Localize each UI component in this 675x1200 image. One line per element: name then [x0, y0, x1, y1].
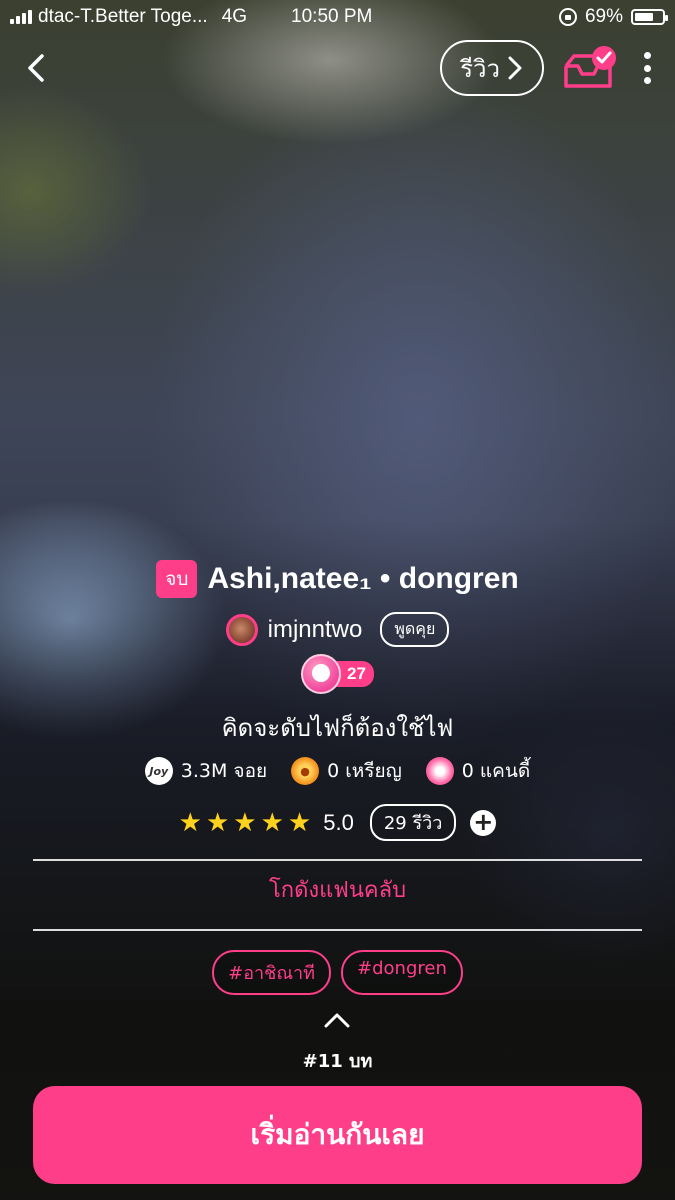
tag-chip[interactable]: #อาชิณาที — [212, 950, 332, 995]
story-tagline: คิดจะดับไฟก็ต้องใช้ไฟ — [221, 714, 454, 742]
signal-icon — [10, 10, 32, 24]
start-reading-button[interactable]: เริ่มอ่านกันเลย — [33, 1086, 642, 1184]
rotation-lock-icon — [558, 8, 577, 26]
more-options-button[interactable] — [636, 48, 658, 88]
joy-icon: Joy — [144, 757, 173, 785]
episode-count: #11 บท — [302, 1051, 373, 1072]
carrier-name: dtac-T.Better Toge... — [38, 6, 208, 27]
author-row: imjnntwo พูดคุย — [0, 612, 675, 647]
star-icon: ★ — [205, 807, 230, 838]
fanclub-link[interactable]: โกดังแฟนคลับ — [0, 872, 675, 907]
shelf-added-icon — [564, 46, 616, 88]
candy-count: 0 แคนดี้ — [461, 760, 531, 782]
add-review-button[interactable]: + — [470, 809, 497, 836]
divider — [33, 859, 642, 861]
rating-row: ★ ★ ★ ★ ★ 5.0 29 รีวิว + — [0, 804, 675, 841]
add-to-shelf-button[interactable] — [560, 44, 620, 92]
clock: 10:50 PM — [291, 6, 373, 27]
more-vertical-icon — [643, 52, 651, 59]
rating-value: 5.0 — [323, 809, 354, 835]
back-button[interactable] — [18, 48, 58, 88]
chevron-up-icon — [324, 1013, 350, 1028]
coin-icon: ● — [291, 757, 320, 785]
star-icon: ★ — [287, 807, 312, 838]
expand-episodes-button[interactable] — [322, 1010, 352, 1030]
chevron-right-icon — [508, 56, 522, 80]
stats-row: Joy 3.3M จอย ● 0 เหรียญ 0 แคนดี้ — [0, 756, 675, 786]
coin-count: 0 เหรียญ — [327, 760, 402, 782]
network-type: 4G — [221, 6, 248, 27]
star-icon: ★ — [178, 807, 202, 838]
author-level-badge: 27 — [301, 654, 374, 694]
review-button-label: รีวิว — [460, 54, 500, 83]
review-count-button[interactable]: 29 รีวิว — [369, 804, 457, 841]
star-icon: ★ — [260, 807, 284, 838]
chevron-left-icon — [28, 54, 44, 82]
chat-button[interactable]: พูดคุย — [380, 612, 450, 647]
star-icon: ★ — [233, 807, 257, 838]
completed-badge: จบ — [156, 560, 198, 598]
author-name[interactable]: imjnntwo — [268, 616, 363, 644]
battery-percent: 69% — [584, 6, 623, 27]
review-button[interactable]: รีวิว — [440, 40, 544, 96]
view-count: 3.3M จอย — [180, 760, 268, 782]
smiley-badge-icon — [301, 654, 342, 694]
candy-icon — [425, 757, 454, 785]
status-bar: dtac-T.Better Toge... 4G 10:50 PM 69% — [0, 0, 675, 34]
title-row: จบ Ashi,natee₁ • dongren — [0, 560, 675, 598]
story-title: Ashi,natee₁ • dongren — [207, 562, 519, 595]
author-avatar[interactable] — [225, 613, 258, 646]
tags-row: #อาชิณาที #dongren — [0, 950, 675, 995]
divider — [33, 929, 642, 931]
tag-chip[interactable]: #dongren — [341, 950, 463, 995]
battery-icon — [631, 9, 668, 25]
